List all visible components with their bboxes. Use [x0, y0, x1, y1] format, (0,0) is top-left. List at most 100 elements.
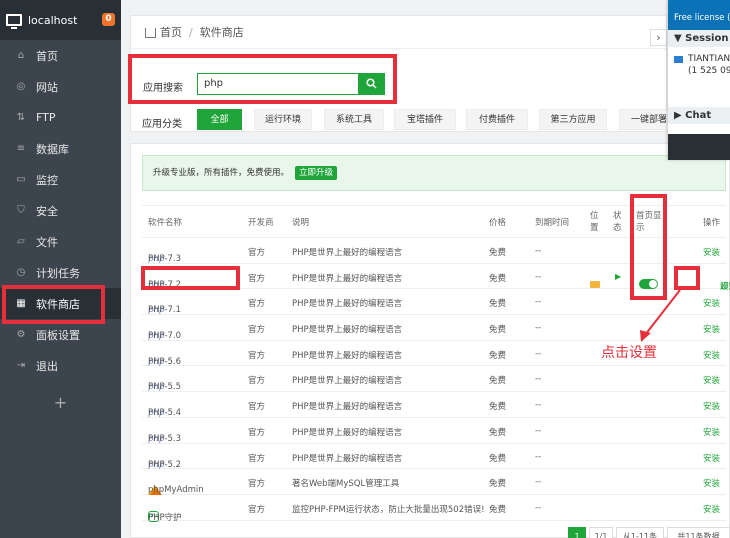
software-name-text: phpMyAdmin — [148, 485, 204, 496]
breadcrumb-current: 软件商店 — [199, 26, 244, 39]
developer: 官方 — [248, 299, 266, 310]
developer: 官方 — [248, 325, 266, 336]
install-link[interactable]: 安装 — [703, 400, 720, 412]
breadcrumb: 首页 / 软件商店 — [131, 16, 666, 49]
table-row: php PHP-5.5 官方 PHP是世界上最好的编程语言 免费 -- 安装 — [142, 366, 726, 392]
home-icon — [145, 28, 156, 38]
expire-date: -- — [535, 451, 542, 462]
install-link[interactable]: 安装 — [703, 323, 720, 335]
session-entry[interactable]: TIANTIAN (1 525 09 — [668, 47, 730, 107]
sidebar-item-label: FTP — [36, 111, 56, 124]
software-name-text: PHP-7.1 — [148, 305, 182, 316]
notification-badge[interactable]: 0 — [102, 13, 115, 26]
header-operation: 操作 — [702, 218, 720, 228]
expire-date: -- — [535, 271, 542, 282]
price: 免费 — [489, 376, 507, 387]
developer: 官方 — [248, 427, 266, 438]
sidebar-item-label: 面板设置 — [36, 328, 80, 342]
developer: 官方 — [248, 376, 266, 387]
header-location: 位置 — [590, 211, 599, 233]
header-desc: 说明 — [292, 218, 310, 228]
expire-date: -- — [535, 400, 542, 411]
install-link[interactable]: 安装 — [703, 374, 720, 386]
expire-date: -- — [535, 297, 542, 308]
expire-date: -- — [535, 502, 542, 513]
install-link[interactable]: 安装 — [703, 297, 720, 309]
software-name-text: PHP-5.5 — [148, 382, 182, 393]
sidebar-item-0[interactable]: ⌂ 首页 — [0, 40, 121, 71]
session-host: TIANTIAN — [688, 54, 730, 64]
session-header[interactable]: ▼ Session — [668, 30, 730, 47]
page-current[interactable]: 1 — [568, 527, 586, 538]
sidebar-item-6[interactable]: ▱ 文件 — [0, 226, 121, 257]
sidebar-item-10[interactable]: ⇥ 退出 — [0, 350, 121, 381]
expire-date: -- — [535, 477, 542, 488]
sidebar-item-label: 数据库 — [36, 142, 69, 156]
sidebar-item-label: 首页 — [36, 49, 58, 63]
price: 免费 — [489, 299, 507, 310]
home-icon: ⌂ — [17, 50, 25, 61]
table-row: php PHP-7.0 官方 PHP是世界上最好的编程语言 免费 -- 安装 — [142, 315, 726, 341]
host-name: localhost — [28, 13, 78, 27]
price: 免费 — [489, 248, 507, 258]
page-count: 1/1 — [589, 527, 613, 538]
category-tab-0[interactable]: 全部 — [197, 109, 242, 130]
description: PHP是世界上最好的编程语言 — [292, 453, 403, 464]
chevron-right-icon[interactable]: › — [650, 29, 667, 46]
price: 免费 — [489, 504, 507, 515]
ftp-icon: ⇅ — [16, 112, 26, 123]
developer: 官方 — [248, 350, 266, 361]
sidebar-item-1[interactable]: ◎ 网站 — [0, 71, 121, 102]
sidebar-item-4[interactable]: ▭ 监控 — [0, 164, 121, 195]
header-name: 软件名称 — [148, 218, 183, 228]
install-link[interactable]: 安装 — [703, 426, 720, 438]
session-detail: (1 525 09 — [688, 66, 730, 76]
software-name-text: PHP-5.2 — [148, 459, 182, 470]
globe-icon: ◎ — [16, 81, 26, 92]
software-name-text: PHP-7.3 — [148, 254, 182, 264]
breadcrumb-home[interactable]: 首页 — [160, 24, 182, 40]
category-tab-2[interactable]: 系统工具 — [324, 109, 384, 130]
table-row: php PHP-5.2 官方 PHP是世界上最好的编程语言 免费 -- 安装 — [142, 444, 726, 470]
chat-header[interactable]: ▶ Chat — [668, 107, 730, 124]
install-link[interactable]: 安装 — [703, 503, 720, 515]
sidebar-item-3[interactable]: ≡ 数据库 — [0, 133, 121, 164]
install-link[interactable]: 安装 — [703, 477, 720, 489]
database-icon: ≡ — [16, 143, 26, 154]
developer: 官方 — [248, 479, 266, 490]
install-link[interactable]: 安装 — [703, 246, 720, 258]
session-label: Session — [685, 33, 729, 44]
overlay-footer — [668, 134, 730, 160]
category-tab-3[interactable]: 宝塔插件 — [394, 109, 456, 130]
gear-icon: ⚙ — [16, 329, 26, 340]
description: PHP是世界上最好的编程语言 — [292, 299, 403, 310]
sidebar-item-label: 网站 — [36, 80, 58, 94]
install-link[interactable]: 安装 — [703, 349, 720, 361]
logout-icon: ⇥ — [16, 360, 26, 371]
sidebar-item-label: 安全 — [36, 204, 58, 218]
expire-date: -- — [535, 348, 542, 359]
install-link[interactable]: 安装 — [703, 452, 720, 464]
software-name-text: PHP-7.0 — [148, 331, 182, 342]
category-label: 应用分类 — [142, 119, 182, 130]
add-icon[interactable]: + — [0, 393, 121, 412]
category-tab-5[interactable]: 第三方应用 — [539, 109, 607, 130]
description: 著名Web端MySQL管理工具 — [292, 479, 400, 490]
breadcrumb-separator: / — [189, 25, 193, 39]
sidebar-item-2[interactable]: ⇅ FTP — [0, 102, 121, 133]
description: PHP是世界上最好的编程语言 — [292, 248, 403, 258]
category-tab-1[interactable]: 运行环境 — [254, 109, 312, 130]
remote-session-panel: Free license (n ▼ Session TIANTIAN (1 52… — [668, 0, 730, 160]
shield-icon: ⛉ — [17, 205, 25, 216]
sidebar-item-7[interactable]: ◷ 计划任务 — [0, 257, 121, 288]
table-row: php PHP守护 官方 监控PHP-FPM运行状态，防止大批量出现502错误! 免费 -… — [142, 495, 726, 523]
software-name-text: PHP-5.3 — [148, 433, 182, 444]
table-row: php PHP-5.3 官方 PHP是世界上最好的编程语言 免费 -- 安装 — [142, 418, 726, 444]
developer: 官方 — [248, 248, 266, 258]
upgrade-button[interactable]: 立即升级 — [295, 166, 338, 180]
category-tab-4[interactable]: 付费插件 — [466, 109, 528, 130]
developer: 官方 — [248, 402, 266, 413]
description: PHP是世界上最好的编程语言 — [292, 427, 403, 438]
sidebar-item-5[interactable]: ⛉ 安全 — [0, 195, 121, 226]
category-tab-6[interactable]: 一键部署 — [619, 109, 674, 130]
